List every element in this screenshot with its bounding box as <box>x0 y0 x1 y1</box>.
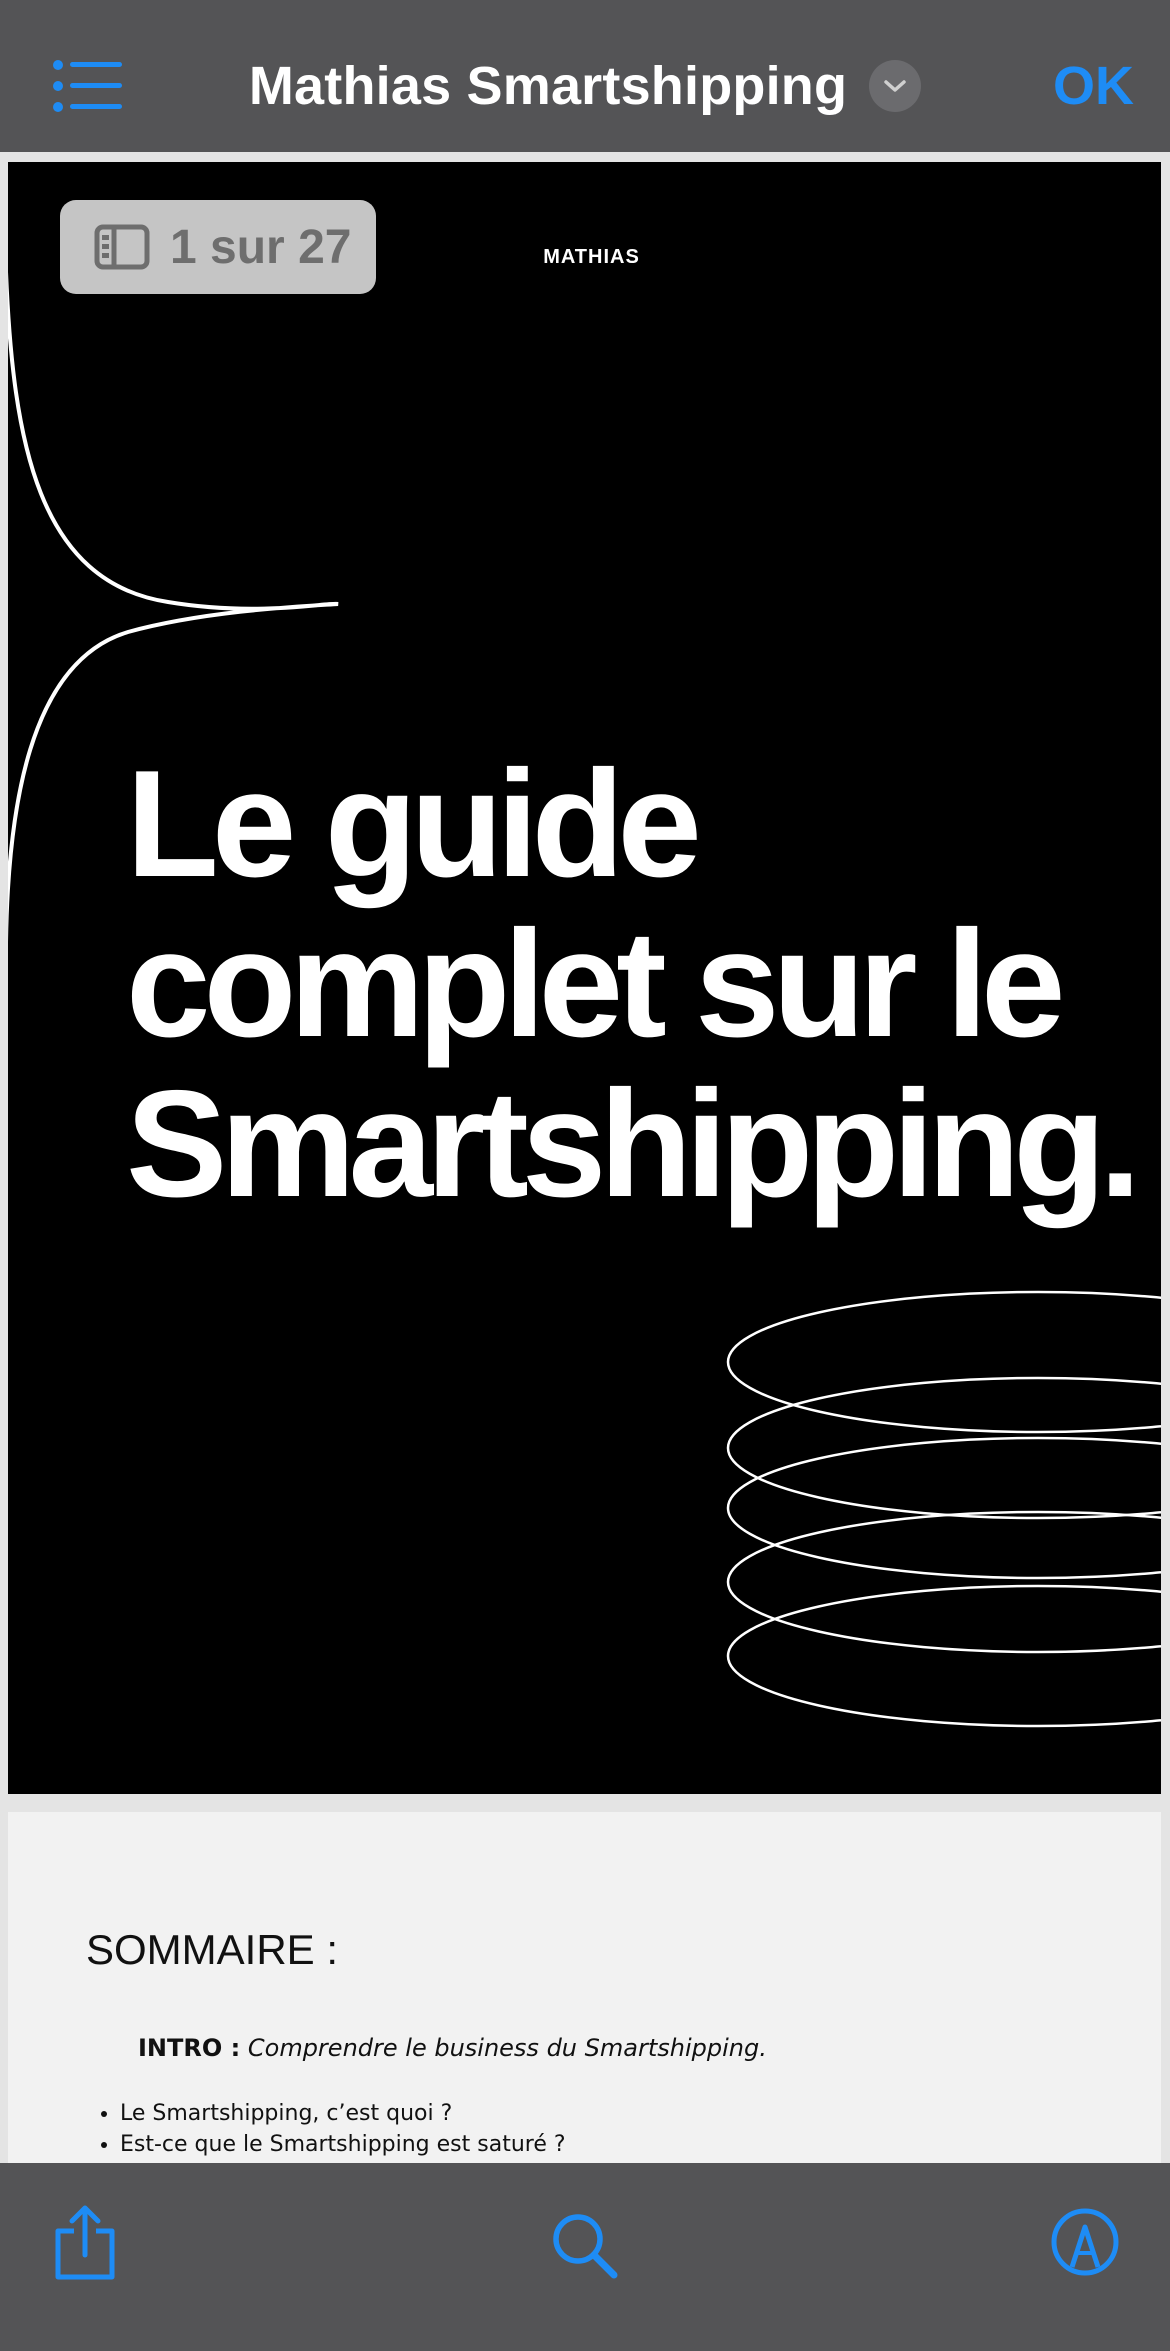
share-icon <box>55 2205 115 2280</box>
intro-line: INTRO : Comprendre le business du Smarts… <box>138 2034 767 2062</box>
markup-pen-icon <box>1051 2208 1119 2276</box>
headline-line-1: Le guide <box>126 739 702 909</box>
bottom-toolbar <box>0 2163 1170 2351</box>
list-item: Est-ce que le Smartshipping est saturé ? <box>120 2129 566 2160</box>
page-indicator-text: 1 sur 27 <box>170 220 352 274</box>
search-icon <box>553 2214 618 2279</box>
sidebar-icon <box>94 224 150 270</box>
summary-heading: SOMMAIRE : <box>86 1926 339 1973</box>
document-title-group: Mathias Smartshipping <box>0 48 1170 124</box>
headline-line-2: complet sur le <box>126 899 1066 1069</box>
pdf-viewer: Mathias Smartshipping OK 1 sur 27 MATHIA… <box>0 0 1170 2351</box>
document-title[interactable]: Mathias Smartshipping <box>249 55 847 117</box>
list-item: Le Smartshipping, c’est quoi ? <box>120 2098 566 2129</box>
pdf-page-cover[interactable]: 1 sur 27 MATHIAS Le guide complet sur le… <box>8 162 1161 1794</box>
chevron-down-icon <box>884 80 906 92</box>
summary-list: Le Smartshipping, c’est quoi ? Est-ce qu… <box>120 2098 566 2160</box>
intro-label: INTRO : <box>138 2034 241 2062</box>
intro-text: Comprendre le business du Smartshipping. <box>247 2034 767 2062</box>
search-button[interactable] <box>550 2211 620 2286</box>
markup-button[interactable] <box>1050 2207 1120 2282</box>
title-dropdown-button[interactable] <box>869 60 922 112</box>
done-button[interactable]: OK <box>1053 50 1134 122</box>
top-navigation-bar: Mathias Smartshipping OK <box>0 0 1170 152</box>
share-button[interactable] <box>50 2203 120 2288</box>
cover-headline: Le guide complet sur le Smartshipping. <box>126 739 1141 1229</box>
headline-line-3: Smartshipping. <box>126 1059 1141 1229</box>
page-indicator[interactable]: 1 sur 27 <box>60 200 376 294</box>
